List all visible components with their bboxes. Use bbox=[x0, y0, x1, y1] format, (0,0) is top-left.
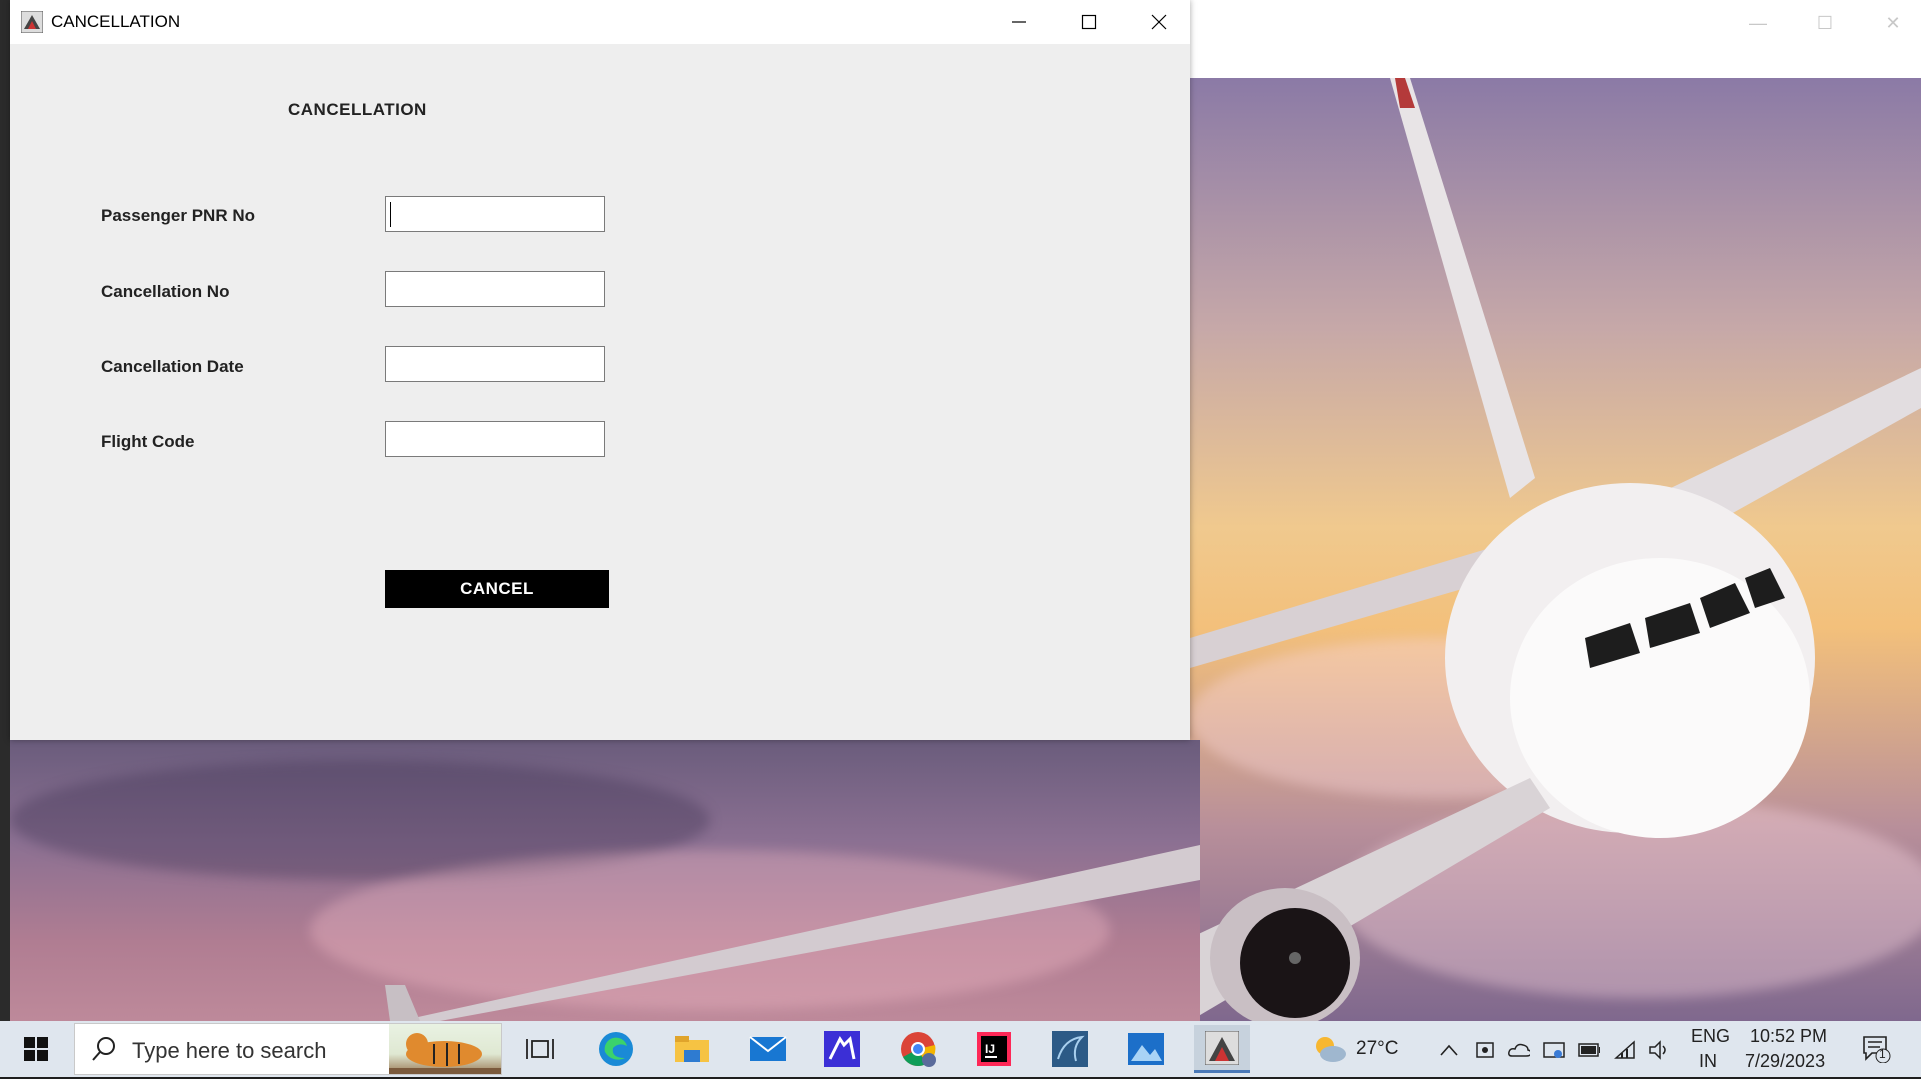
taskbar: Type here to search IJ 27°C ENG IN 10:52… bbox=[0, 1021, 1921, 1077]
java-app-taskbar-button[interactable] bbox=[1194, 1025, 1250, 1073]
maximize-button[interactable] bbox=[1054, 0, 1124, 44]
mail-icon bbox=[749, 1036, 787, 1061]
editor-button[interactable] bbox=[814, 1025, 870, 1073]
edge-icon bbox=[599, 1032, 633, 1066]
task-view-button[interactable] bbox=[512, 1025, 568, 1073]
photos-button[interactable] bbox=[1118, 1025, 1174, 1073]
pnr-input[interactable] bbox=[385, 196, 605, 232]
maximize-icon bbox=[1081, 14, 1097, 30]
close-button[interactable] bbox=[1124, 0, 1194, 44]
show-hidden-icons-button[interactable] bbox=[1438, 1039, 1460, 1061]
search-icon bbox=[92, 1037, 115, 1061]
window-titlebar: CANCELLATION bbox=[10, 0, 1190, 44]
mail-button[interactable] bbox=[740, 1025, 796, 1073]
language-line2[interactable]: IN bbox=[1699, 1051, 1717, 1072]
weather-button[interactable] bbox=[1306, 1025, 1352, 1073]
chevron-up-icon bbox=[1440, 1044, 1458, 1056]
pnr-label: Passenger PNR No bbox=[101, 206, 255, 225]
tiger-search-highlight-icon bbox=[389, 1024, 501, 1074]
weather-temperature: 27°C bbox=[1356, 1038, 1399, 1059]
background-close-button[interactable]: ✕ bbox=[1870, 10, 1916, 36]
task-view-icon bbox=[526, 1039, 554, 1059]
file-explorer-icon bbox=[675, 1036, 709, 1062]
page-heading: CANCELLATION bbox=[288, 100, 427, 119]
cancellation-window: CANCELLATION CANCELLATION Passenger PNR … bbox=[10, 0, 1190, 740]
cloud-icon bbox=[1508, 1043, 1530, 1057]
windows-icon bbox=[24, 1037, 48, 1061]
intellij-icon: IJ bbox=[977, 1032, 1011, 1066]
airplane-wallpaper bbox=[1190, 78, 1921, 1077]
window-title: CANCELLATION bbox=[51, 12, 181, 31]
intellij-button[interactable]: IJ bbox=[966, 1025, 1022, 1073]
mysql-workbench-button[interactable] bbox=[1042, 1025, 1098, 1073]
taskbar-search[interactable]: Type here to search bbox=[74, 1023, 502, 1075]
photos-icon bbox=[1128, 1033, 1164, 1065]
cancellation-date-input[interactable] bbox=[385, 346, 605, 382]
cancellation-no-input[interactable] bbox=[385, 271, 605, 307]
battery-button[interactable] bbox=[1578, 1039, 1600, 1061]
close-icon bbox=[1151, 14, 1167, 30]
onedrive-button[interactable] bbox=[1508, 1039, 1530, 1061]
clock-time[interactable]: 10:52 PM bbox=[1750, 1026, 1827, 1047]
background-minimize-button[interactable]: — bbox=[1735, 10, 1781, 36]
chrome-icon bbox=[901, 1032, 936, 1067]
cancellation-no-label: Cancellation No bbox=[101, 282, 230, 301]
clock-date[interactable]: 7/29/2023 bbox=[1745, 1051, 1825, 1072]
battery-icon bbox=[1578, 1043, 1600, 1057]
svg-text:IJ: IJ bbox=[985, 1042, 995, 1056]
device-button[interactable] bbox=[1543, 1039, 1565, 1061]
left-edge-strip bbox=[0, 0, 10, 1021]
notification-icon bbox=[1863, 1036, 1891, 1063]
speaker-icon bbox=[1649, 1040, 1666, 1060]
wifi-icon bbox=[1614, 1040, 1635, 1059]
search-placeholder: Type here to search bbox=[132, 1038, 327, 1063]
background-maximize-button[interactable]: ☐ bbox=[1802, 10, 1848, 36]
file-explorer-button[interactable] bbox=[664, 1025, 720, 1073]
notification-button[interactable]: 1 bbox=[1862, 1035, 1892, 1063]
start-button[interactable] bbox=[0, 1021, 72, 1077]
edge-button[interactable] bbox=[588, 1025, 644, 1073]
airplane-image bbox=[1190, 78, 1921, 1021]
cancel-button[interactable]: CANCEL bbox=[385, 570, 609, 608]
editor-icon bbox=[824, 1031, 860, 1067]
flight-code-label: Flight Code bbox=[101, 432, 195, 451]
meet-now-icon bbox=[1476, 1042, 1494, 1058]
mysql-workbench-icon bbox=[1052, 1031, 1088, 1067]
notification-count: 1 bbox=[1879, 1047, 1886, 1061]
meet-now-button[interactable] bbox=[1474, 1039, 1496, 1061]
device-icon bbox=[1543, 1042, 1565, 1058]
java-app-icon bbox=[20, 10, 44, 34]
minimize-button[interactable] bbox=[984, 0, 1054, 44]
cancellation-date-label: Cancellation Date bbox=[101, 357, 244, 376]
chrome-button[interactable] bbox=[890, 1025, 946, 1073]
weather-icon bbox=[1316, 1037, 1346, 1062]
flight-code-input[interactable] bbox=[385, 421, 605, 457]
wifi-button[interactable] bbox=[1614, 1039, 1636, 1061]
language-line1[interactable]: ENG bbox=[1691, 1026, 1730, 1047]
java-app-taskbar-icon bbox=[1205, 1030, 1239, 1065]
wing-image bbox=[385, 845, 1200, 1021]
volume-button[interactable] bbox=[1648, 1039, 1670, 1061]
minimize-icon bbox=[1012, 21, 1026, 23]
